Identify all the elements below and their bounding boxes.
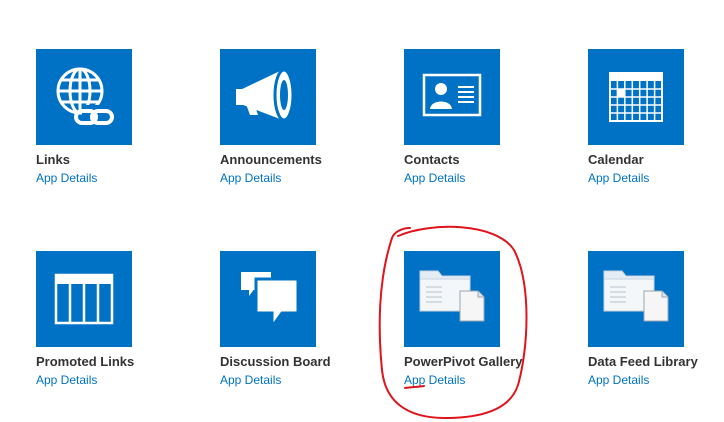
app-title-contacts: Contacts	[404, 152, 460, 167]
app-tile-links[interactable]	[36, 49, 132, 145]
app-tile-powerpivot-gallery[interactable]	[404, 251, 500, 347]
app-tile-calendar[interactable]	[588, 49, 684, 145]
app-details-link-promoted-links[interactable]: App Details	[36, 373, 97, 388]
app-title-links: Links	[36, 152, 70, 167]
app-tile-data-feed-library[interactable]	[588, 251, 684, 347]
app-title-promoted-links: Promoted Links	[36, 354, 135, 369]
app-tile-promoted-links[interactable]	[36, 251, 132, 347]
app-details-link-links[interactable]: App Details	[36, 171, 97, 186]
globe-link-icon	[56, 67, 114, 129]
app-details-link-announcements[interactable]: App Details	[220, 171, 281, 186]
app-powerpivot-gallery: PowerPivot Gallery App Details	[404, 251, 554, 389]
app-gallery: Links App Details Announcements App Deta…	[0, 0, 724, 422]
app-title-discussion-board: Discussion Board	[220, 354, 331, 369]
app-tile-contacts[interactable]	[404, 49, 500, 145]
app-details-link-data-feed-library[interactable]: App Details	[588, 373, 649, 388]
app-title-calendar: Calendar	[588, 152, 644, 167]
contact-card-icon	[422, 73, 482, 117]
app-announcements: Announcements App Details	[220, 49, 370, 187]
app-contacts: Contacts App Details	[404, 49, 554, 187]
app-details-link-calendar[interactable]: App Details	[588, 171, 649, 186]
folder-document-icon	[419, 270, 485, 322]
promoted-links-icon	[54, 273, 114, 325]
speech-bubbles-icon	[239, 270, 300, 332]
app-promoted-links: Promoted Links App Details	[36, 251, 186, 389]
megaphone-icon	[236, 68, 295, 122]
app-details-link-contacts[interactable]: App Details	[404, 171, 465, 186]
app-tile-announcements[interactable]	[220, 49, 316, 145]
app-discussion-board: Discussion Board App Details	[220, 251, 370, 389]
app-details-link-powerpivot-gallery[interactable]: App Details	[404, 373, 465, 388]
app-tile-discussion-board[interactable]	[220, 251, 316, 347]
app-links: Links App Details	[36, 49, 186, 187]
app-title-announcements: Announcements	[220, 152, 322, 167]
app-data-feed-library: Data Feed Library App Details	[588, 251, 724, 389]
folder-document-icon	[603, 270, 669, 322]
app-title-data-feed-library: Data Feed Library	[588, 354, 698, 369]
app-calendar: Calendar App Details	[588, 49, 724, 187]
app-title-powerpivot-gallery: PowerPivot Gallery	[404, 354, 523, 369]
app-details-link-discussion-board[interactable]: App Details	[220, 373, 281, 388]
calendar-icon	[609, 72, 663, 122]
